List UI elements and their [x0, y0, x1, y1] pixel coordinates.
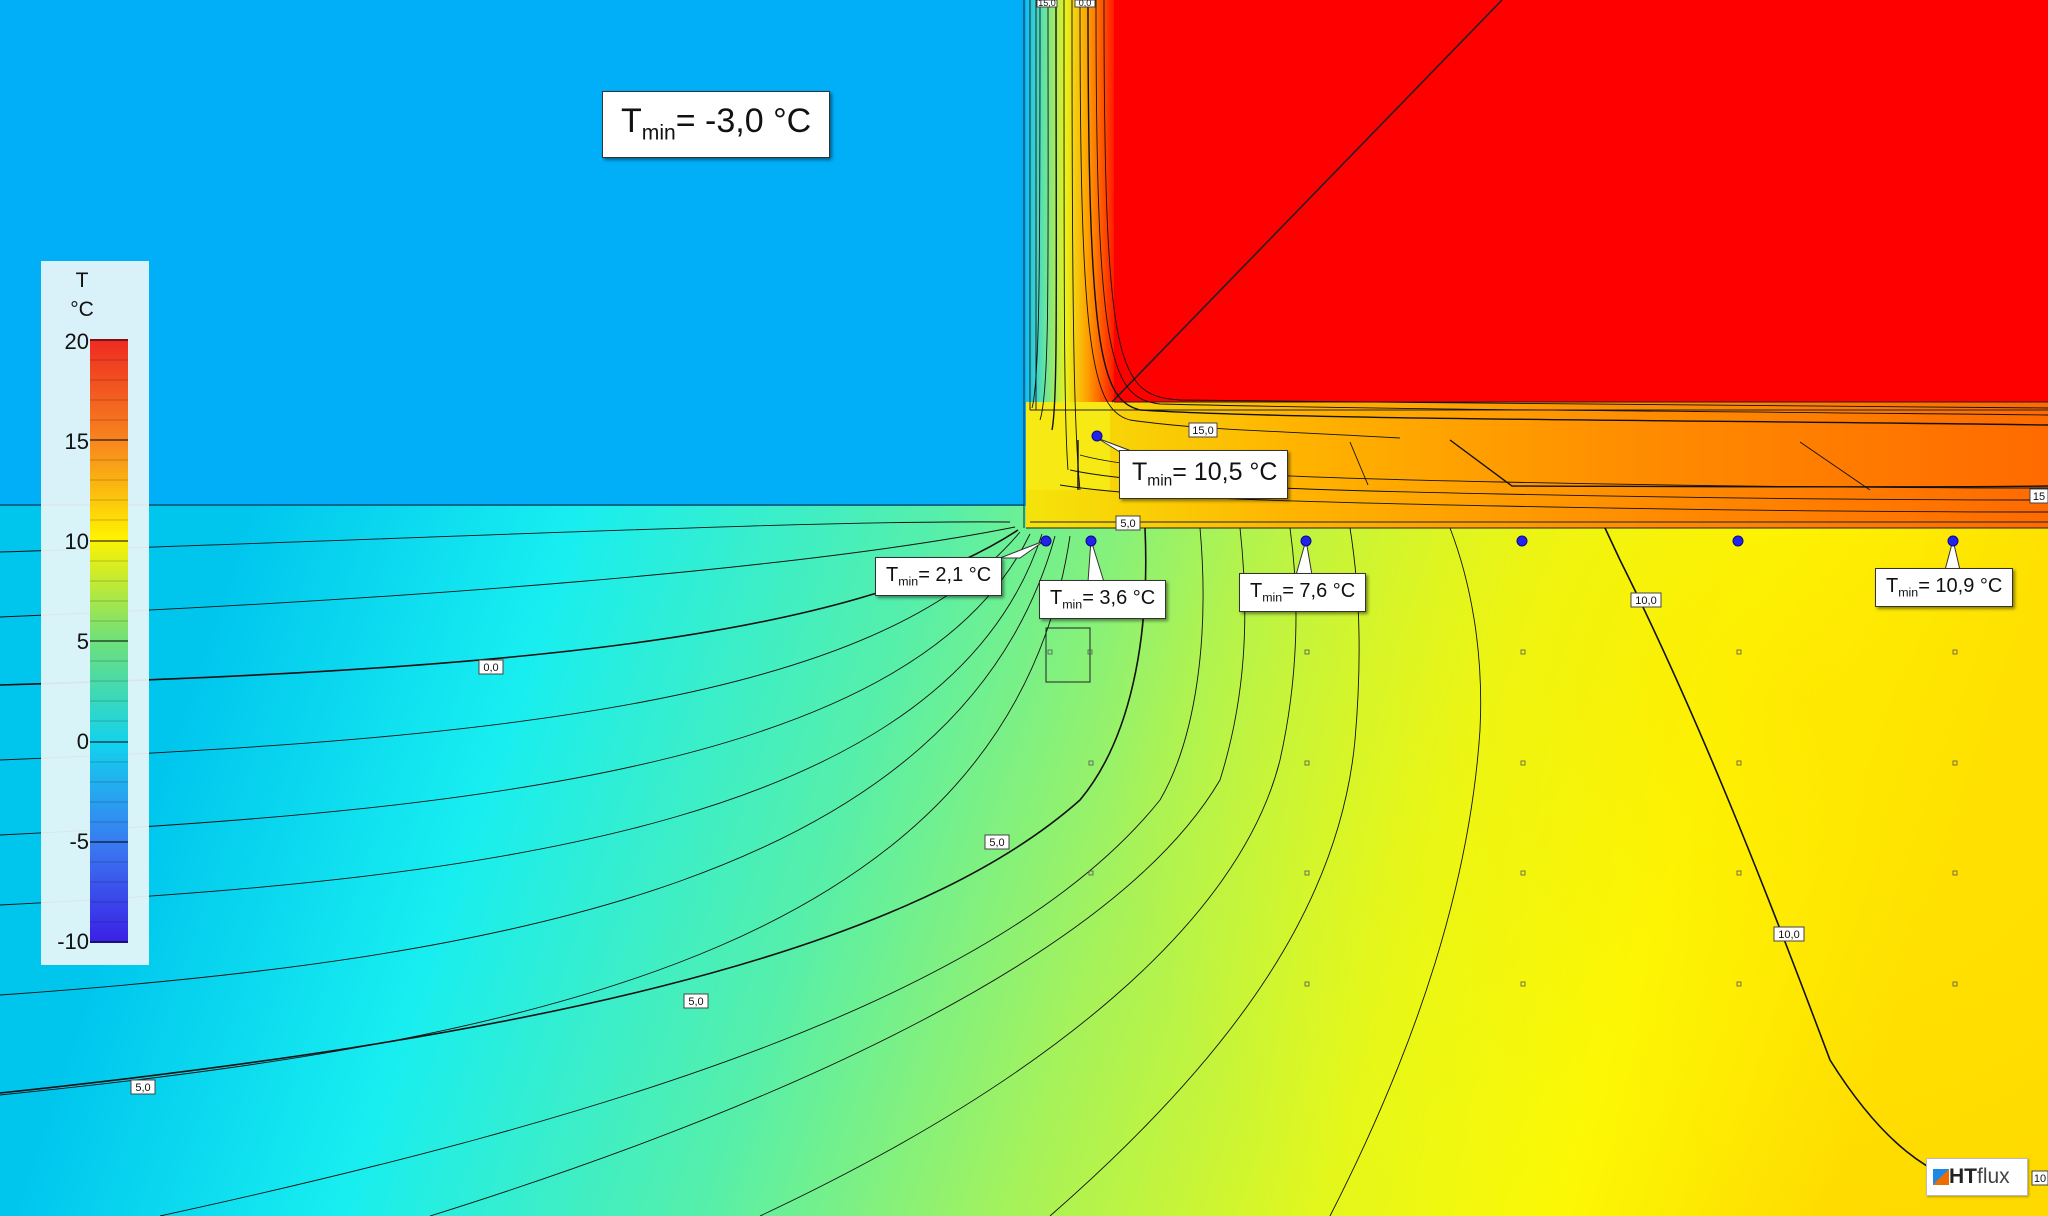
legend-tick: 20 [64, 329, 89, 354]
legend-tick: 10 [64, 529, 89, 554]
iso-label: 15,0 [1188, 422, 1218, 438]
svg-text:15,0: 15,0 [1192, 425, 1213, 437]
legend-unit: °C [70, 298, 94, 321]
tmin-value: = 7,6 °C [1282, 580, 1356, 602]
tmin-callout-point-4: Tmin= 10,9 °C [1875, 568, 2014, 608]
tmin-marker [1516, 535, 1528, 547]
iso-label: 10,0 [1630, 592, 1662, 608]
svg-text:0,0: 0,0 [1079, 0, 1092, 8]
iso-label: 15,0 [1036, 0, 1058, 8]
iso-label: 15 [2029, 488, 2048, 504]
svg-text:5,0: 5,0 [688, 996, 703, 1008]
thermal-simulation-view: 0,0 15,0 15,0 5,0 5,0 5,0 5,0 0,0 10,0 1… [0, 0, 2048, 1216]
legend-tick: 5 [76, 629, 89, 654]
svg-text:5,0: 5,0 [1120, 518, 1135, 530]
svg-text:0,0: 0,0 [483, 662, 498, 674]
iso-label: 0,0 [478, 659, 504, 675]
svg-text:15: 15 [2033, 491, 2045, 503]
tmin-value: = -3,0 °C [675, 102, 812, 140]
iso-label: 0,0 [1074, 0, 1096, 8]
legend-tick: 0 [76, 729, 89, 754]
tmin-callout-point-3: Tmin= 7,6 °C [1239, 573, 1367, 613]
tmin-symbol: T [886, 564, 899, 586]
tmin-symbol: T [1886, 575, 1899, 597]
legend-tick: -10 [57, 929, 89, 954]
iso-label: 5,0 [984, 834, 1010, 850]
legend-color-bar [90, 339, 128, 943]
iso-label: 10,0 [1773, 926, 1805, 942]
iso-label: 5,0 [683, 993, 709, 1009]
tmin-marker [1091, 430, 1103, 442]
tmin-value: = 10,9 °C [1918, 575, 2003, 597]
tmin-callout-corner: Tmin= 10,5 °C [1119, 450, 1289, 500]
tmin-callout-point-2: Tmin= 3,6 °C [1039, 580, 1167, 620]
legend-tick: -5 [69, 829, 89, 854]
svg-text:10,0: 10,0 [1778, 929, 1799, 941]
svg-text:5,0: 5,0 [135, 1082, 150, 1094]
tmin-callout-point-1: Tmin= 2,1 °C [875, 557, 1003, 597]
tmin-symbol: T [1250, 580, 1263, 602]
tmin-value: = 10,5 °C [1172, 458, 1278, 486]
temperature-field: 0,0 15,0 15,0 5,0 5,0 5,0 5,0 0,0 10,0 1… [0, 0, 2048, 1216]
tmin-marker [1040, 535, 1052, 547]
tmin-marker [1947, 535, 1959, 547]
tmin-value: = 3,6 °C [1082, 587, 1156, 609]
tmin-subscript: min [1262, 590, 1283, 605]
iso-label: 10 [2031, 1170, 2048, 1186]
logo-text-bold: HT [1949, 1165, 1977, 1188]
legend-tick: 15 [64, 429, 89, 454]
svg-text:10,0: 10,0 [1635, 595, 1656, 607]
interior-room [1114, 0, 2048, 402]
tmin-symbol: T [1132, 458, 1148, 486]
wall-base-zone [1026, 402, 1110, 490]
tmin-marker [1085, 535, 1097, 547]
htflux-logo: HTflux [1926, 1158, 2028, 1196]
tmin-callout-outside: Tmin= -3,0 °C [602, 91, 831, 159]
iso-label: 5,0 [130, 1079, 156, 1095]
tmin-subscript: min [1898, 585, 1919, 600]
tmin-marker [1300, 535, 1312, 547]
tmin-symbol: T [1050, 587, 1063, 609]
logo-mark-icon [1933, 1169, 1949, 1185]
tmin-subscript: min [641, 121, 676, 145]
svg-text:10: 10 [2034, 1173, 2046, 1185]
legend-title: T [75, 269, 89, 292]
tmin-marker [1732, 535, 1744, 547]
tmin-subscript: min [898, 574, 919, 589]
iso-label: 5,0 [1115, 515, 1141, 531]
tmin-value: = 2,1 °C [918, 564, 992, 586]
logo-text-thin: flux [1977, 1165, 2010, 1188]
temperature-legend: T °C 20 15 10 5 0 -5 -10 [41, 261, 149, 965]
tmin-subscript: min [1062, 597, 1083, 612]
svg-text:15,0: 15,0 [1038, 0, 1056, 8]
tmin-symbol: T [621, 102, 642, 140]
tmin-subscript: min [1147, 472, 1173, 490]
svg-text:5,0: 5,0 [989, 837, 1004, 849]
